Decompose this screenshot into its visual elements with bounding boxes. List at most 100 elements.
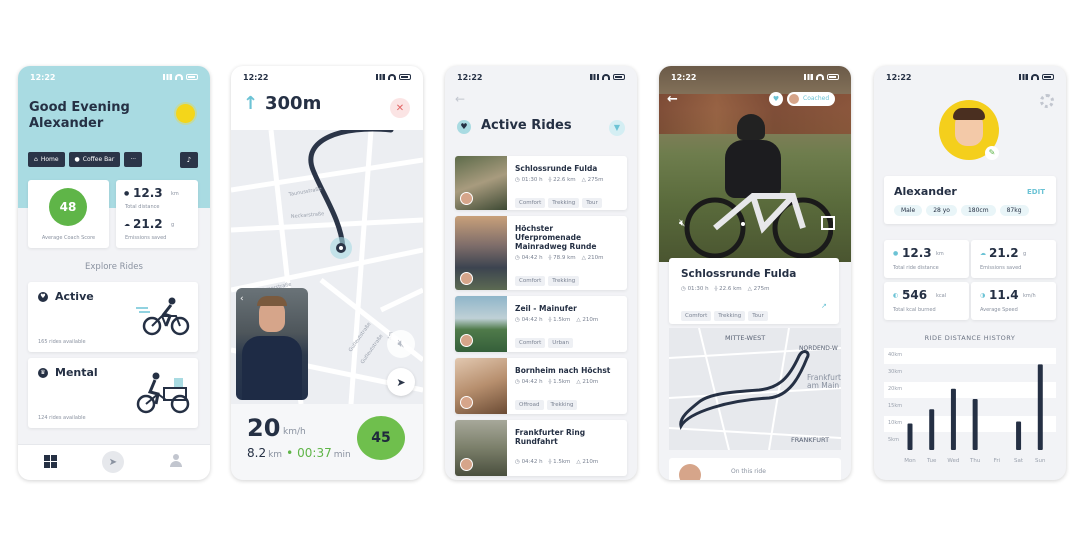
x-tick-label: Fri: [994, 458, 1001, 464]
coach-score-value: 48: [49, 188, 87, 226]
stat-unit: kcal: [936, 293, 947, 299]
wifi-icon: [388, 74, 396, 80]
chevron-left-icon[interactable]: ‹: [240, 294, 244, 304]
chip-more[interactable]: ···: [124, 152, 143, 167]
explore-rides-title: Explore Rides: [85, 262, 143, 272]
ride-list-item[interactable]: Zeil - Mainufer ◷ 04:42 h ⟠ 1.5km △ 210m Com…: [455, 296, 627, 352]
close-icon[interactable]: ✕: [390, 98, 410, 118]
wifi-icon: [175, 74, 183, 80]
coach-score-card[interactable]: 48 Average Coach Score: [28, 180, 109, 248]
bell-icon[interactable]: ♪: [180, 152, 198, 168]
location-pin-icon: ●: [74, 156, 80, 163]
status-bar: 12:22: [445, 66, 637, 88]
edit-link[interactable]: EDIT: [1027, 188, 1045, 196]
tag: Tour: [748, 311, 768, 321]
ride-thumbnail: [455, 216, 507, 290]
avatar[interactable]: ✎: [939, 100, 999, 160]
ride-tags: ComfortUrban: [515, 329, 576, 348]
pill-age: 28 yo: [926, 205, 957, 216]
bar: [1016, 421, 1022, 450]
bar: [929, 409, 935, 450]
profile-info-card: Alexander EDIT Male 28 yo 180cm 87kg: [884, 176, 1056, 224]
pencil-icon[interactable]: ✎: [985, 146, 999, 160]
chip-home[interactable]: ⌂ Home: [28, 152, 65, 167]
x-tick-label: Mon: [904, 458, 916, 464]
moon-icon: [176, 104, 195, 123]
on-this-ride-panel: On this ride: [669, 458, 841, 480]
route-icon: ⟠ 1.5km: [548, 317, 571, 323]
share-icon[interactable]: ↗: [821, 302, 827, 310]
dashboard-icon[interactable]: [44, 455, 57, 468]
coach-jacket: [242, 336, 302, 400]
flame-icon: ◐: [893, 292, 899, 299]
distance-label: Total distance: [125, 204, 160, 210]
signal-icon: [376, 74, 385, 80]
history-title: RIDE DISTANCE HISTORY: [924, 334, 1016, 342]
time-unit: min: [333, 450, 351, 460]
tag: Trekking: [546, 400, 578, 410]
bar: [950, 388, 956, 450]
stat-value: 21.2: [989, 246, 1019, 260]
distance-unit: km: [171, 191, 179, 197]
ride-list-item[interactable]: Schlossrunde Fulda ◷ 01:30 h ⟠ 22.6 km △ 27…: [455, 156, 627, 210]
tag: Urban: [548, 338, 573, 348]
profile-stat-card: ◐ 546 kcal Total kcal burned: [884, 282, 969, 320]
recenter-icon[interactable]: ➤: [387, 368, 415, 396]
video-progress-dot[interactable]: [741, 222, 745, 226]
navigate-icon[interactable]: ➤: [102, 451, 124, 473]
app-showcase: 12:22 Good Evening Alexander ⌂ Home ● Coff…: [0, 0, 1071, 537]
signal-icon: [1019, 74, 1028, 80]
route-icon: ⟠ 22.6 km: [548, 177, 576, 183]
speed-value: 20: [247, 414, 281, 442]
ride-list-item[interactable]: Frankfurter Ring Rundfahrt ◷ 04:42 h ⟠ 1.5…: [455, 420, 627, 476]
km-unit: km: [268, 450, 283, 460]
status-time: 12:22: [457, 72, 483, 82]
ride-name: Schlossrunde Fulda: [681, 268, 797, 280]
fullscreen-icon[interactable]: [821, 216, 835, 230]
ride-meta: ◷ 04:42 h ⟠ 78.9 km △ 210m: [515, 255, 604, 261]
status-bar: 12:22: [874, 66, 1066, 88]
gear-icon[interactable]: [1040, 94, 1054, 108]
turn-distance: 300m: [265, 93, 322, 114]
map-label: MITTE-WEST: [725, 334, 765, 342]
back-arrow-icon[interactable]: ←: [667, 92, 678, 107]
ride-thumbnail: [455, 156, 507, 210]
battery-icon: [827, 74, 839, 80]
filter-icon[interactable]: ▼: [609, 120, 625, 136]
x-tick-label: Wed: [947, 458, 959, 464]
bottom-nav: ➤: [18, 444, 210, 480]
bar: [907, 423, 913, 450]
pill-weight: 87kg: [999, 205, 1029, 216]
coach-avatar: [460, 458, 473, 471]
wifi-icon: [602, 74, 610, 80]
ride-list-item[interactable]: Bornheim nach Höchst ◷ 04:42 h ⟠ 1.5km △ 21…: [455, 358, 627, 414]
chip-coffee-bar[interactable]: ● Coffee Bar: [68, 152, 121, 167]
coached-badge: Coached: [787, 92, 836, 106]
tag: Comfort: [515, 276, 546, 286]
ride-category-mental[interactable]: ♛ Mental 124 rides available: [28, 358, 198, 428]
profile-name: Alexander: [894, 185, 957, 198]
ride-category-active[interactable]: ♥ Active 165 rides available: [28, 282, 198, 352]
ride-meta: ◷ 04:42 h ⟠ 1.5km △ 210m: [515, 379, 598, 385]
heart-icon[interactable]: ♥: [769, 92, 783, 106]
elevation-icon: △ 210m: [576, 379, 599, 385]
profile-icon[interactable]: [170, 454, 182, 468]
back-arrow-icon[interactable]: ←: [455, 92, 465, 106]
ride-tags: Comfort Trekking Tour: [681, 302, 771, 321]
tag: Trekking: [548, 276, 580, 286]
signal-icon: [163, 74, 172, 80]
ride-list-item[interactable]: Höchster Uferpromenade Mainradweg Runde ◷…: [455, 216, 627, 290]
arrow-up-icon: ↑: [243, 93, 259, 114]
grid-band: [884, 382, 1056, 398]
mute-icon[interactable]: 🔇︎: [679, 218, 685, 229]
mute-icon[interactable]: 🔇︎: [387, 330, 415, 358]
ride-meta: ◷ 01:30 h ⟠ 22.6 km △ 275m: [515, 177, 604, 183]
profile-stat-card: ◑ 11.4 km/h Average Speed: [971, 282, 1056, 320]
wifi-icon: [816, 74, 824, 80]
ride-distance-chart: 40km 30km 20km 15km 10km 5km Mon Tue Wed Thu Fri Sa…: [884, 348, 1056, 464]
ride-thumbnail: [455, 296, 507, 352]
heart-icon: ♥: [457, 120, 471, 134]
y-tick-label: 15km: [888, 403, 902, 409]
status-time: 12:22: [671, 72, 697, 82]
coach-video-thumbnail[interactable]: ‹: [236, 288, 308, 400]
